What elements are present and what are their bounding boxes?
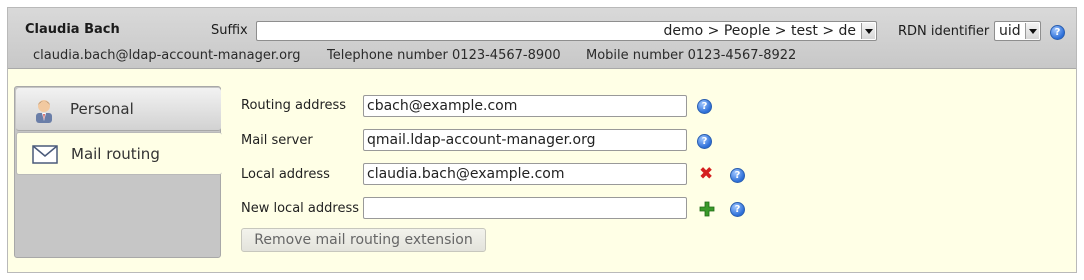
delete-icon[interactable]: ✖ (699, 166, 713, 183)
user-name: Claudia Bach (25, 22, 120, 37)
rdn-label: RDN identifier (898, 24, 990, 39)
new-local-address-input[interactable] (363, 197, 687, 219)
chevron-down-icon[interactable] (861, 23, 875, 39)
tab-personal[interactable]: Personal (16, 88, 221, 131)
remove-mail-routing-button[interactable]: Remove mail routing extension (241, 228, 486, 252)
module-tabs: Personal Mail routing (14, 86, 222, 258)
envelope-icon (32, 145, 58, 164)
suffix-value: demo > People > test > de (663, 23, 857, 39)
account-edit-frame: Claudia Bach Suffix demo > People > test… (7, 7, 1077, 273)
mail-server-input[interactable]: qmail.ldap-account-manager.org (363, 129, 687, 151)
tab-mail-routing-label: Mail routing (71, 145, 160, 163)
suffix-label: Suffix (211, 23, 248, 38)
user-icon (36, 100, 52, 123)
add-icon[interactable] (699, 201, 715, 217)
help-icon[interactable]: ? (730, 168, 745, 183)
routing-address-input[interactable]: cbach@example.com (363, 95, 687, 117)
user-mobile: Mobile number 0123-4567-8922 (586, 48, 797, 63)
tab-mail-routing[interactable]: Mail routing (16, 132, 222, 175)
account-header: Claudia Bach Suffix demo > People > test… (8, 8, 1076, 69)
tab-personal-label: Personal (70, 100, 134, 118)
user-email: claudia.bach@ldap-account-manager.org (33, 48, 301, 63)
help-icon[interactable]: ? (730, 202, 745, 217)
local-address-input[interactable]: claudia.bach@example.com (363, 163, 687, 185)
help-icon[interactable]: ? (697, 99, 712, 114)
rdn-select[interactable]: uid (994, 21, 1041, 41)
new-local-address-label: New local address (241, 201, 359, 216)
chevron-down-icon[interactable] (1025, 23, 1039, 39)
local-address-label: Local address (241, 167, 330, 182)
help-icon[interactable]: ? (1050, 25, 1065, 40)
suffix-select[interactable]: demo > People > test > de (256, 21, 877, 41)
rdn-value: uid (999, 23, 1021, 39)
user-telephone: Telephone number 0123-4567-8900 (327, 48, 561, 63)
routing-address-label: Routing address (241, 98, 347, 113)
help-icon[interactable]: ? (697, 134, 712, 149)
mail-server-label: Mail server (241, 133, 313, 148)
